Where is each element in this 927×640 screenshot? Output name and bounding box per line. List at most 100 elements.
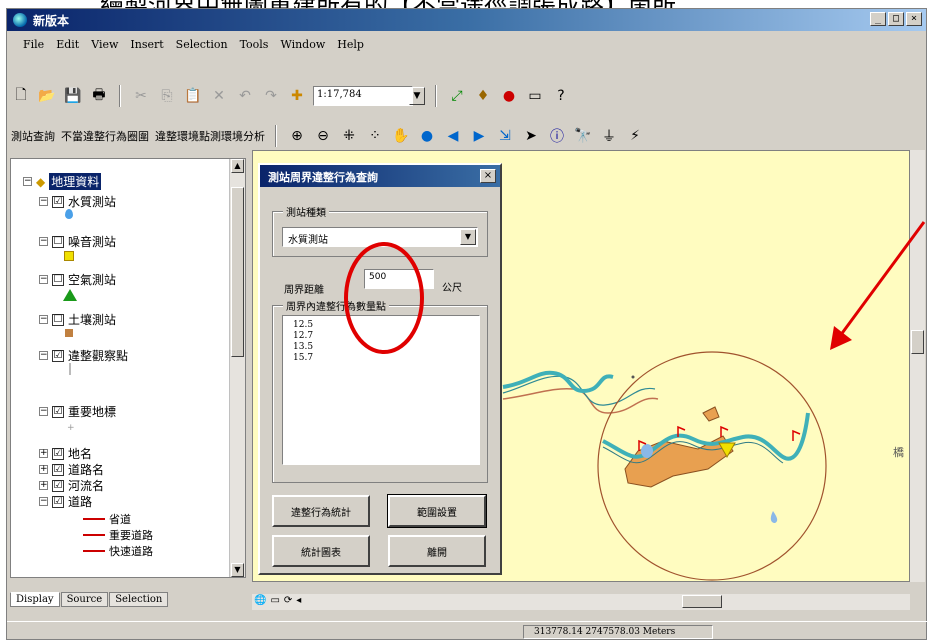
layer-checkbox[interactable]: ☐ — [52, 235, 64, 248]
map-vscroll-thumb[interactable] — [911, 330, 924, 354]
toc-item-soil-station[interactable]: − ☐ 土壤測站 — [39, 311, 116, 328]
zoom-out-icon[interactable]: ⊖ — [313, 126, 333, 146]
layer-checkbox[interactable]: ☑ — [52, 405, 64, 418]
collapse-icon[interactable]: − — [39, 197, 48, 206]
toc-item-data-frame[interactable]: − ◆ 地理資料 — [23, 173, 102, 190]
toc-item-water-station[interactable]: − ☑ 水質測站 — [39, 193, 116, 210]
close-button[interactable]: × — [906, 12, 922, 26]
dialog-close-button[interactable]: × — [480, 169, 496, 183]
minimize-button[interactable]: _ — [870, 12, 886, 26]
exit-button[interactable]: 離開 — [388, 535, 486, 567]
layout-view-icon[interactable]: ▭ — [270, 595, 279, 606]
pan-icon[interactable]: ✋ — [391, 126, 411, 146]
forward-extent-icon[interactable]: ▶ — [469, 126, 489, 146]
layer-checkbox[interactable]: ☑ — [52, 463, 64, 476]
chevron-down-icon[interactable]: ▼ — [460, 229, 476, 245]
data-view-icon[interactable]: 🌐 — [254, 595, 266, 606]
layer-checkbox[interactable]: ☑ — [52, 349, 64, 362]
toc-item-road-name[interactable]: + ☑ 道路名 — [39, 461, 104, 478]
measure-icon[interactable]: ⏚ — [599, 126, 619, 146]
undo-icon[interactable]: ↶ — [235, 86, 255, 106]
toc-item-road[interactable]: − ☑ 道路 — [39, 493, 92, 510]
fixed-zoom-out-icon[interactable]: ⁘ — [365, 126, 385, 146]
fixed-zoom-in-icon[interactable]: ⁜ — [339, 126, 359, 146]
maximize-button[interactable]: □ — [888, 12, 904, 26]
scroll-left-icon[interactable]: ◂ — [296, 595, 301, 606]
violation-stats-button[interactable]: 違整行為統計 — [272, 495, 370, 527]
redo-icon[interactable]: ↷ — [261, 86, 281, 106]
select-elements-icon[interactable]: ➤ — [521, 126, 541, 146]
list-item[interactable]: 13.5 — [293, 342, 469, 353]
layer-checkbox[interactable]: ☑ — [52, 479, 64, 492]
map-hscroll-thumb[interactable] — [682, 595, 722, 608]
menu-tools[interactable]: Tools — [240, 38, 269, 51]
layer-checkbox[interactable]: ☐ — [52, 273, 64, 286]
menu-view[interactable]: View — [91, 38, 118, 51]
new-document-icon[interactable]: 🗋 — [11, 86, 31, 106]
scroll-up-icon[interactable]: ▲ — [231, 159, 244, 173]
scale-dropdown-icon[interactable]: ▼ — [409, 87, 425, 105]
toc-item-landmark[interactable]: − ☑ 重要地標 — [39, 403, 116, 420]
expand-icon[interactable]: + — [39, 481, 48, 490]
range-setting-button[interactable]: 範圍設置 — [387, 494, 487, 528]
copy-icon[interactable]: ⎘ — [157, 86, 177, 106]
scale-combo[interactable]: 1:17,784 — [313, 86, 413, 106]
find-icon[interactable]: 🔭 — [573, 126, 593, 146]
hyperlink-icon[interactable]: ⚡ — [625, 126, 645, 146]
radius-input[interactable]: 500 — [364, 269, 434, 289]
toc-item-place-name[interactable]: + ☑ 地名 — [39, 445, 92, 462]
results-list[interactable]: 12.5 12.7 13.5 15.7 — [282, 315, 480, 465]
full-extent-icon[interactable]: ● — [417, 126, 437, 146]
open-folder-icon[interactable]: 📂 — [37, 86, 57, 106]
delete-icon[interactable]: ✕ — [209, 86, 229, 106]
menu-window[interactable]: Window — [280, 38, 325, 51]
print-icon[interactable]: 🖶 — [89, 86, 109, 106]
toc-item-noise-station[interactable]: − ☐ 噪音測站 — [39, 233, 116, 250]
list-item[interactable]: 15.7 — [293, 353, 469, 364]
toc-item-air-station[interactable]: − ☐ 空氣測站 — [39, 271, 116, 288]
collapse-icon[interactable]: − — [23, 177, 32, 186]
violation-buffer-button[interactable]: 不當違整行為圈圍 — [61, 128, 149, 144]
cut-icon[interactable]: ✂ — [131, 86, 151, 106]
tab-selection[interactable]: Selection — [109, 592, 169, 607]
refresh-icon[interactable]: ⟳ — [284, 595, 292, 606]
arctoolbox-icon[interactable]: ♦ — [473, 86, 493, 106]
window-icon[interactable]: ▭ — [525, 86, 545, 106]
tab-source[interactable]: Source — [60, 592, 109, 607]
paste-icon[interactable]: 📋 — [183, 86, 203, 106]
add-data-icon[interactable]: ✚ — [287, 86, 307, 106]
menu-selection[interactable]: Selection — [176, 38, 228, 51]
tab-display[interactable]: Display — [10, 592, 60, 607]
back-extent-icon[interactable]: ◀ — [443, 126, 463, 146]
stats-chart-button[interactable]: 統計圖表 — [272, 535, 370, 567]
collapse-icon[interactable]: − — [39, 237, 48, 246]
toc-item-river-name[interactable]: + ☑ 河流名 — [39, 477, 104, 494]
identify-icon[interactable]: ⓘ — [547, 126, 567, 146]
menu-edit[interactable]: Edit — [56, 38, 79, 51]
save-icon[interactable]: 💾 — [63, 86, 83, 106]
layer-checkbox[interactable]: ☑ — [52, 495, 64, 508]
expand-icon[interactable]: + — [39, 465, 48, 474]
map-horizontal-scrollbar[interactable]: 🌐 ▭ ⟳ ◂ — [252, 594, 910, 610]
toc-item-violation-point[interactable]: − ☑ 違整觀察點 — [39, 347, 128, 364]
whats-this-icon[interactable]: ? — [551, 86, 571, 106]
station-type-select[interactable]: 水質測站 ▼ — [282, 227, 478, 247]
list-item[interactable]: 12.7 — [293, 331, 469, 342]
violation-analysis-button[interactable]: 違整環境點測環境分析 — [155, 128, 265, 144]
layer-checkbox[interactable]: ☑ — [52, 447, 64, 460]
toc-scroll-thumb[interactable] — [231, 187, 244, 357]
menu-help[interactable]: Help — [337, 38, 364, 51]
list-item[interactable]: 12.5 — [293, 320, 469, 331]
collapse-icon[interactable]: − — [39, 407, 48, 416]
collapse-icon[interactable]: − — [39, 315, 48, 324]
select-features-icon[interactable]: ⇲ — [495, 126, 515, 146]
collapse-icon[interactable]: − — [39, 351, 48, 360]
collapse-icon[interactable]: − — [39, 497, 48, 506]
toc-scrollbar[interactable]: ▲ ▼ — [229, 159, 245, 577]
editor-icon[interactable]: ⤢ — [447, 86, 467, 106]
layer-checkbox[interactable]: ☑ — [52, 195, 64, 208]
station-query-button[interactable]: 測站查詢 — [11, 128, 55, 144]
expand-icon[interactable]: + — [39, 449, 48, 458]
zoom-in-icon[interactable]: ⊕ — [287, 126, 307, 146]
menu-insert[interactable]: Insert — [130, 38, 163, 51]
